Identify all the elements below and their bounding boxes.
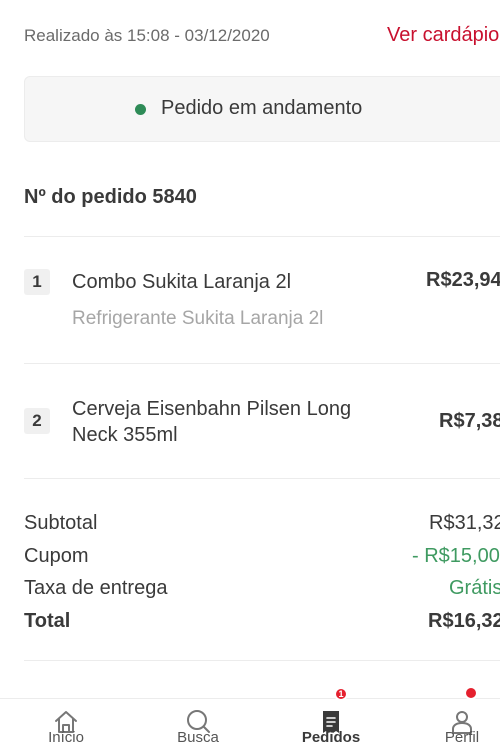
nav-orders-label: Pedidos [301, 729, 361, 746]
status-dot-icon [135, 104, 146, 115]
profile-notification-dot-icon [464, 686, 478, 700]
total-value: R$16,32 [428, 610, 500, 632]
nav-orders[interactable]: 1 Pedidos [286, 687, 376, 756]
order-number: Nº do pedido 5840 [24, 186, 197, 208]
item-price: R$7,38 [439, 410, 500, 432]
item-name: Combo Sukita Laranja 2l [72, 271, 292, 293]
subtotal-label: Subtotal [24, 512, 98, 534]
subtotal-value: R$31,32 [429, 512, 500, 534]
nav-profile[interactable]: Perfil [417, 686, 500, 756]
delivery-fee-value: Grátis [449, 577, 500, 599]
divider [24, 660, 500, 661]
item-description: Refrigerante Sukita Laranja 2l [72, 308, 324, 329]
coupon-value: - R$15,00 [412, 545, 500, 567]
orders-badge: 1 [334, 687, 348, 701]
coupon-label: Cupom [24, 545, 89, 567]
item-name: Cerveja Eisenbahn Pilsen Long Neck 355ml [72, 398, 352, 446]
bottom-navigation: Início Busca 1 Pedidos Perfil [0, 686, 500, 756]
delivery-fee-label: Taxa de entrega [24, 577, 168, 599]
nav-search-label: Busca [177, 729, 219, 746]
view-menu-link[interactable]: Ver cardápio [387, 24, 499, 47]
order-status-box: Pedido em andamento [24, 76, 500, 142]
item-price: R$23,94 [426, 269, 500, 291]
order-header: Realizado às 15:08 - 03/12/2020 Ver card… [24, 24, 500, 50]
total-label: Total [24, 610, 71, 632]
order-placed-time: Realizado às 15:08 - 03/12/2020 [24, 26, 270, 45]
item-quantity: 2 [24, 408, 50, 434]
nav-search[interactable]: Busca [153, 699, 243, 756]
divider [24, 478, 500, 479]
nav-home[interactable]: Início [21, 699, 111, 756]
nav-profile-label: Perfil [444, 729, 480, 746]
divider [24, 236, 500, 237]
divider [24, 363, 500, 364]
nav-home-label: Início [48, 729, 84, 746]
order-status-text: Pedido em andamento [161, 97, 363, 119]
item-quantity: 1 [24, 269, 50, 295]
